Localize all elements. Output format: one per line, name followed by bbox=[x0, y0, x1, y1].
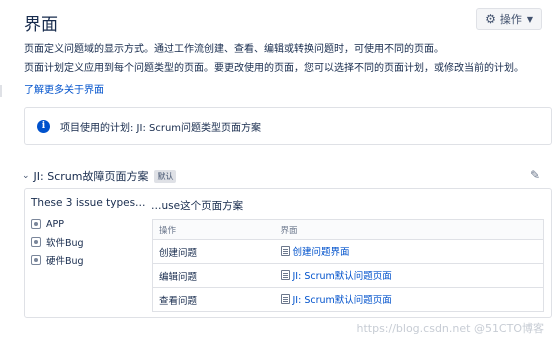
chevron-down-icon: ▼ bbox=[526, 14, 533, 24]
screen-link[interactable]: JI: Scrum默认问题页面 bbox=[280, 268, 392, 282]
screen-cell: 创建问题界面 bbox=[274, 239, 544, 264]
issue-types-title: These 3 issue types… bbox=[31, 197, 146, 209]
operation-cell: 创建问题 bbox=[152, 239, 275, 264]
screen-icon bbox=[280, 294, 290, 304]
operation-cell: 编辑问题 bbox=[152, 263, 275, 288]
operation-cell: 查看问题 bbox=[152, 287, 275, 312]
screen-link-label: JI: Scrum默认问题页面 bbox=[292, 295, 392, 306]
screen-link[interactable]: 创建问题界面 bbox=[280, 244, 350, 258]
issue-type-item: APP bbox=[31, 215, 149, 233]
gear-icon: ⚙ bbox=[485, 12, 496, 26]
scheme-panel: These 3 issue types… APP 软件Bug 硬件Bug …us… bbox=[24, 188, 552, 318]
table-row: 查看问题 JI: Scrum默认问题页面 bbox=[152, 287, 544, 312]
screen-icon bbox=[280, 246, 290, 256]
info-icon: i bbox=[37, 119, 50, 133]
issue-type-label: 软件Bug bbox=[46, 238, 84, 249]
learn-more-link[interactable]: 了解更多关于界面 bbox=[24, 81, 104, 96]
sidebar-edge bbox=[0, 85, 2, 97]
page-description-2: 页面计划定义应用到每个问题类型的页面。要更改使用的页面，您可以选择不同的页面计划… bbox=[24, 63, 524, 74]
screen-link-label: 创建问题界面 bbox=[292, 247, 350, 258]
chevron-down-icon[interactable]: ⌄ bbox=[22, 171, 30, 181]
info-message-text: 项目使用的计划: JI: Scrum问题类型页面方案 bbox=[60, 122, 262, 134]
table-header-row: 操作 界面 bbox=[152, 219, 544, 240]
scheme-header: ⌄ JI: Scrum故障页面方案 默认 bbox=[22, 168, 177, 184]
column-header-screen: 界面 bbox=[274, 219, 544, 240]
page-description-1: 页面定义问题域的显示方式。通过工作流创建、查看、编辑或转换问题时，可使用不同的页… bbox=[24, 44, 444, 55]
table-row: 编辑问题 JI: Scrum默认问题页面 bbox=[152, 263, 544, 288]
issue-type-icon bbox=[31, 255, 41, 265]
operations-button[interactable]: ⚙ 操作 ▼ bbox=[476, 8, 542, 30]
issue-type-label: 硬件Bug bbox=[46, 256, 84, 267]
issue-type-icon bbox=[31, 219, 41, 229]
screen-cell: JI: Scrum默认问题页面 bbox=[274, 287, 544, 312]
issue-type-label: APP bbox=[46, 218, 64, 230]
watermark: https://blog.csdn.net @51CTO博客 bbox=[356, 322, 544, 335]
screen-cell: JI: Scrum默认问题页面 bbox=[274, 263, 544, 288]
use-scheme-title: …use这个页面方案 bbox=[151, 200, 244, 212]
edit-pencil-icon[interactable]: ✎ bbox=[530, 168, 540, 182]
operations-table: 操作 界面 创建问题 创建问题界面 编辑问题 JI: Scrum默认问题页面 查… bbox=[152, 219, 544, 312]
issue-type-item: 硬件Bug bbox=[31, 251, 149, 269]
table-row: 创建问题 创建问题界面 bbox=[152, 239, 544, 264]
screen-icon bbox=[280, 270, 290, 280]
info-message: i 项目使用的计划: JI: Scrum问题类型页面方案 bbox=[24, 107, 552, 145]
screen-link-label: JI: Scrum默认问题页面 bbox=[292, 271, 392, 282]
column-header-operation: 操作 bbox=[152, 219, 275, 240]
default-badge: 默认 bbox=[154, 169, 177, 183]
screen-link[interactable]: JI: Scrum默认问题页面 bbox=[280, 292, 392, 306]
issue-type-icon bbox=[31, 237, 41, 247]
scheme-name: JI: Scrum故障页面方案 bbox=[33, 170, 149, 183]
issue-type-item: 软件Bug bbox=[31, 233, 149, 251]
page-title: 界面 bbox=[24, 15, 58, 35]
issue-types-column: These 3 issue types… APP 软件Bug 硬件Bug bbox=[31, 197, 149, 269]
operations-button-label: 操作 bbox=[499, 13, 522, 26]
